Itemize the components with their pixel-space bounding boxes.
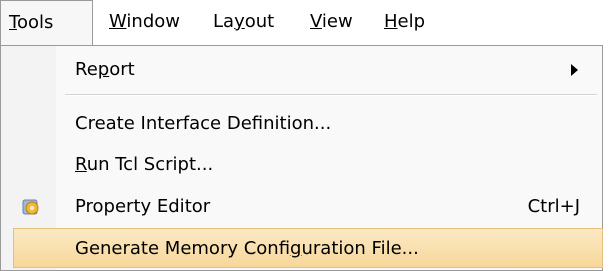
menu-item-property-editor-label: Property Editor xyxy=(75,196,211,217)
menu-tools-rest: ools xyxy=(16,12,54,33)
tools-dropdown-menu: Report Create Interface Definition... Ru… xyxy=(0,45,603,271)
menu-item-run-tcl-script[interactable]: Run Tcl Script... xyxy=(1,145,602,185)
property-editor-icon xyxy=(22,199,39,215)
menu-layout-rest: out xyxy=(244,11,275,32)
menu-view-rest: iew xyxy=(321,11,353,32)
menu-layout[interactable]: Layout xyxy=(213,0,274,44)
menu-help-rest: elp xyxy=(397,11,426,32)
menu-bar: Tools Window Layout View Help xyxy=(0,0,609,45)
menu-separator-highlight xyxy=(65,95,597,96)
menu-item-property-editor-shortcut: Ctrl+J xyxy=(527,196,580,217)
menu-item-property-editor[interactable]: Property Editor Ctrl+J xyxy=(1,187,602,227)
menu-layout-pre: La xyxy=(213,11,235,32)
menu-window-mnemonic: W xyxy=(109,11,127,32)
menu-help[interactable]: Help xyxy=(384,0,425,44)
menu-item-create-interface-definition[interactable]: Create Interface Definition... xyxy=(1,104,602,144)
menu-layout-mnemonic: y xyxy=(234,11,245,32)
menu-tools-mnemonic: T xyxy=(9,12,17,33)
submenu-arrow-icon xyxy=(571,64,578,76)
menu-item-generate-memory-configuration-file[interactable]: Generate Memory Configuration File... xyxy=(13,228,603,268)
menu-item-create-interface-definition-label: Create Interface Definition... xyxy=(75,113,332,134)
menu-view-mnemonic: V xyxy=(310,11,322,32)
menu-window[interactable]: Window xyxy=(109,0,180,44)
menu-item-generate-memory-configuration-file-label: Generate Memory Configuration File... xyxy=(75,238,419,259)
menu-view[interactable]: View xyxy=(310,0,353,44)
menu-tools[interactable]: Tools xyxy=(0,0,93,45)
menu-help-mnemonic: H xyxy=(384,11,398,32)
menu-item-run-tcl-script-label: Run Tcl Script... xyxy=(75,154,214,175)
menu-item-report[interactable]: Report xyxy=(1,50,602,90)
menu-item-report-label: Report xyxy=(75,59,135,80)
menu-window-rest: indow xyxy=(126,11,180,32)
